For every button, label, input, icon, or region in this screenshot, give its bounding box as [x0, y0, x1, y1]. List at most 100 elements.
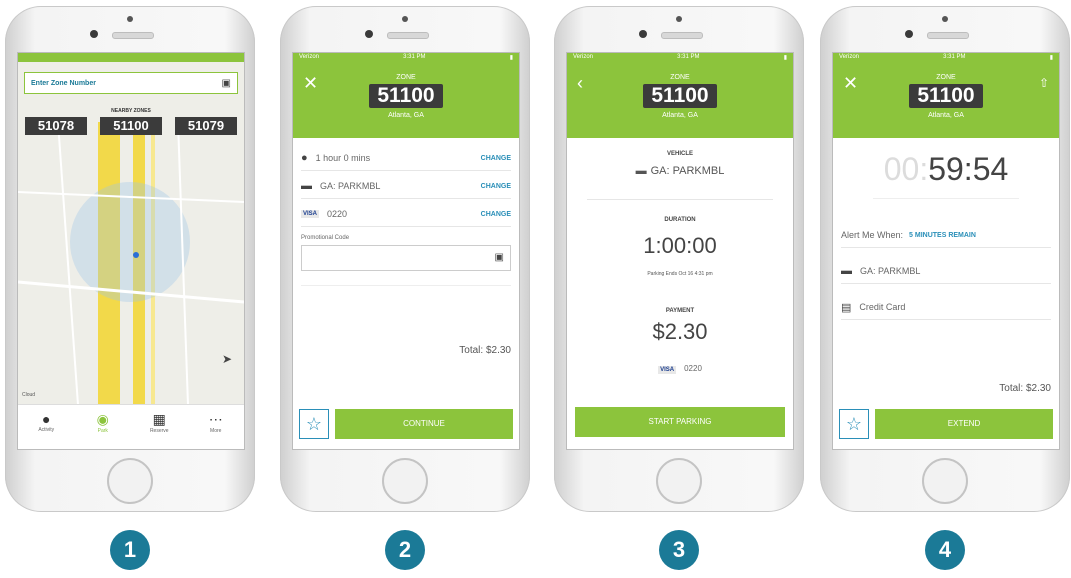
tab-label: More — [210, 428, 222, 434]
tab-label: Reserve — [149, 428, 169, 434]
locate-icon[interactable]: ➤ — [222, 352, 232, 366]
action-bar: ☆ EXTEND — [839, 409, 1053, 439]
zone-chip-3[interactable]: 51079 — [175, 117, 237, 135]
total: Total: $2.30 — [459, 345, 511, 356]
step-badge-2: 2 — [385, 530, 425, 570]
extend-button[interactable]: EXTEND — [875, 409, 1053, 439]
payment-row[interactable]: VISA 0220 CHANGE — [301, 202, 511, 227]
vehicle-value: GA: PARKMBL — [320, 181, 381, 191]
home-button[interactable] — [922, 458, 968, 504]
total: Total: $2.30 — [999, 383, 1051, 394]
search-bar[interactable]: Enter Zone Number ▣ — [24, 72, 238, 94]
speaker-grille — [927, 32, 969, 39]
tab-label: Park — [97, 428, 108, 434]
proximity-sensor — [127, 16, 133, 22]
vehicle-value: GA: PARKMBL — [650, 165, 725, 177]
screen-options: Verizon 3:31 PM ▮ ✕ ZONE 51100 Atlanta, … — [292, 52, 520, 450]
proximity-sensor — [942, 16, 948, 22]
front-camera — [639, 30, 647, 38]
camera-icon[interactable]: ▣ — [495, 252, 504, 263]
step-badge-1: 1 — [110, 530, 150, 570]
battery-icon: ▮ — [509, 55, 513, 61]
divider — [587, 199, 773, 200]
payment-amount: $2.30 — [652, 319, 708, 344]
zone-header: ✕ ZONE 51100 Atlanta, GA — [293, 62, 519, 138]
visa-icon: VISA — [301, 210, 320, 218]
zone-chip-2[interactable]: 51100 — [100, 117, 162, 135]
home-button[interactable] — [382, 458, 428, 504]
zone-header: ‹ ZONE 51100 Atlanta, GA — [567, 62, 793, 138]
proximity-sensor — [676, 16, 682, 22]
speaker-grille — [661, 32, 703, 39]
change-vehicle-button[interactable]: CHANGE — [481, 183, 511, 190]
clock-time: 3:31 PM — [403, 54, 426, 60]
duration-heading: DURATION — [664, 217, 696, 223]
tab-reserve[interactable]: ▦ Reserve — [131, 405, 188, 449]
map-view[interactable]: Enter Zone Number ▣ NEARBY ZONES 51078 5… — [18, 62, 244, 405]
clock-time: 3:31 PM — [943, 54, 966, 60]
step-badge-4: 4 — [925, 530, 965, 570]
tab-park[interactable]: ◉ Park — [75, 405, 132, 449]
card-label: Credit Card — [859, 302, 906, 312]
tab-activity[interactable]: ● Activity — [18, 405, 75, 449]
search-input[interactable]: Enter Zone Number — [31, 80, 96, 87]
status-bar: Verizon 3:31 PM ▮ — [833, 53, 1059, 62]
phone-3: Verizon 3:31 PM ▮ ‹ ZONE 51100 Atlanta, … — [554, 6, 804, 512]
status-bar: Verizon 3:31 PM ▮ — [293, 53, 519, 62]
fees-breakdown — [841, 337, 1051, 357]
zone-location: Atlanta, GA — [388, 112, 424, 119]
carrier: Verizon — [573, 54, 594, 60]
speaker-grille — [387, 32, 429, 39]
zone-header: ✕ ⇧ ZONE 51100 Atlanta, GA — [833, 62, 1059, 138]
camera-icon[interactable]: ▣ — [222, 78, 231, 89]
duration-row[interactable]: ● 1 hour 0 mins CHANGE — [301, 146, 511, 171]
card-value: 0220 — [684, 364, 702, 373]
start-parking-button[interactable]: START PARKING — [575, 407, 785, 437]
screen-review: Verizon 3:31 PM ▮ ‹ ZONE 51100 Atlanta, … — [566, 52, 794, 450]
zone-number: 51100 — [643, 84, 717, 108]
change-payment-button[interactable]: CHANGE — [481, 211, 511, 218]
zone-chip-1[interactable]: 51078 — [25, 117, 87, 135]
phone-2: Verizon 3:31 PM ▮ ✕ ZONE 51100 Atlanta, … — [280, 6, 530, 512]
map-brand: Cloud — [22, 392, 36, 398]
status-bar — [18, 53, 244, 62]
car-icon: ▬ — [301, 180, 312, 192]
zone-label: ZONE — [670, 74, 690, 81]
promo-input[interactable]: ▣ — [301, 245, 511, 271]
battery-icon: ▮ — [1049, 55, 1053, 61]
home-button[interactable] — [107, 458, 153, 504]
clock-icon: ● — [301, 152, 308, 164]
home-button[interactable] — [656, 458, 702, 504]
front-camera — [365, 30, 373, 38]
timer-caption — [873, 198, 1019, 203]
duration-value: 1:00:00 — [643, 233, 717, 258]
tab-bar: ● Activity ◉ Park ▦ Reserve ⋯ More — [18, 404, 244, 449]
tab-more[interactable]: ⋯ More — [188, 405, 245, 449]
parking-ends: Parking Ends Oct 16 4:31 pm — [647, 271, 713, 277]
favorite-star-icon[interactable]: ☆ — [299, 409, 329, 439]
battery-icon: ▮ — [783, 55, 787, 61]
vehicle-row[interactable]: ▬ GA: PARKMBL CHANGE — [301, 174, 511, 199]
alert-value[interactable]: 5 MINUTES REMAIN — [909, 232, 976, 239]
duration-value: 1 hour 0 mins — [315, 153, 371, 163]
vehicle-row: ▬ GA: PARKMBL — [841, 259, 1051, 284]
front-camera — [90, 30, 98, 38]
vehicle-line: ▬ GA: PARKMBL — [567, 165, 793, 177]
continue-button[interactable]: CONTINUE — [335, 409, 513, 439]
timer-hours: 00 — [883, 151, 920, 187]
payment-heading: PAYMENT — [665, 308, 695, 314]
carrier: Verizon — [839, 54, 860, 60]
screen-map: Enter Zone Number ▣ NEARBY ZONES 51078 5… — [17, 52, 245, 450]
credit-card-icon: ▤ — [841, 301, 852, 314]
pin-icon: ◉ — [96, 411, 109, 427]
front-camera — [905, 30, 913, 38]
car-icon: ▬ — [635, 165, 647, 177]
visa-icon: VISA — [658, 366, 677, 374]
alert-row[interactable]: Alert Me When: 5 MINUTES REMAIN — [841, 223, 1051, 248]
fees-breakdown — [301, 285, 511, 306]
alert-label: Alert Me When: — [841, 230, 904, 240]
zone-label: ZONE — [396, 74, 416, 81]
vehicle-heading: VEHICLE — [666, 151, 693, 157]
change-duration-button[interactable]: CHANGE — [481, 155, 511, 162]
favorite-star-icon[interactable]: ☆ — [839, 409, 869, 439]
